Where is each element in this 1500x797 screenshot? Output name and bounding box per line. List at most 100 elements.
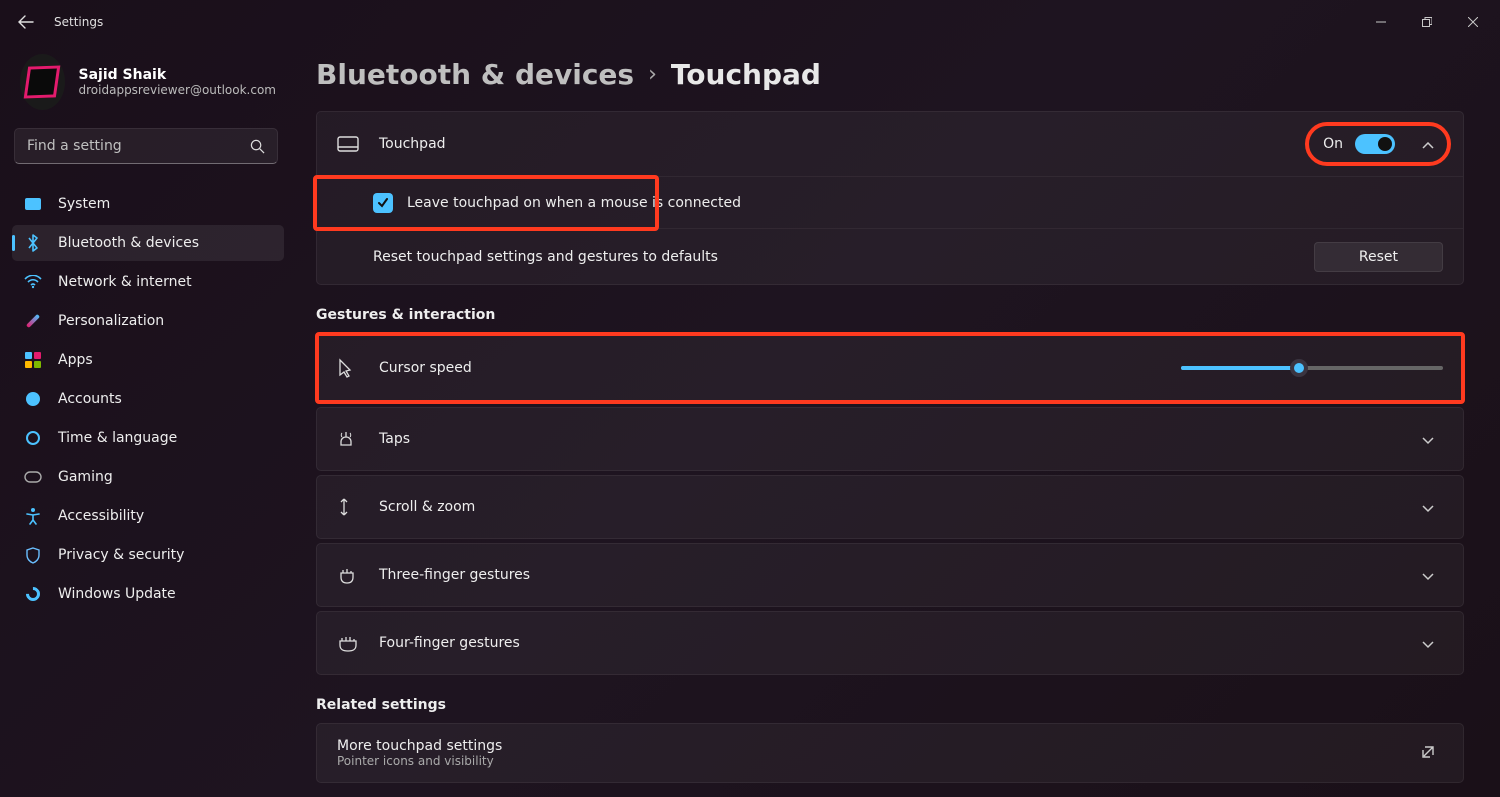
nav-bluetooth-devices[interactable]: Bluetooth & devices [12, 225, 284, 261]
search-icon [250, 139, 265, 154]
cursor-speed-label: Cursor speed [379, 360, 472, 376]
touchpad-toggle[interactable] [1355, 134, 1395, 154]
minimize-button[interactable] [1358, 6, 1404, 38]
nav-label: Privacy & security [58, 547, 184, 563]
chevron-down-icon [1413, 566, 1443, 585]
touchpad-card: Touchpad On Leave touchpad on when a mou… [316, 111, 1464, 285]
nav-label: Gaming [58, 469, 113, 485]
nav-system[interactable]: System [12, 186, 284, 222]
profile-email: droidappsreviewer@outlook.com [79, 83, 276, 97]
more-touchpad-title: More touchpad settings [337, 738, 502, 754]
three-finger-icon [337, 565, 363, 585]
breadcrumb-parent[interactable]: Bluetooth & devices [316, 58, 634, 91]
cursor-speed-slider[interactable] [1181, 358, 1443, 378]
maximize-icon [1422, 17, 1432, 27]
chevron-right-icon: › [648, 62, 657, 87]
sidebar: Sajid Shaik droidappsreviewer@outlook.co… [0, 44, 296, 797]
system-icon [24, 195, 42, 213]
scroll-zoom-icon [337, 497, 363, 517]
main-content: Bluetooth & devices › Touchpad Touchpad … [296, 44, 1500, 797]
nav-accessibility[interactable]: Accessibility [12, 498, 284, 534]
wifi-icon [24, 273, 42, 291]
shield-icon [24, 546, 42, 564]
touchpad-icon [337, 136, 363, 152]
slider-thumb[interactable] [1290, 359, 1308, 377]
three-finger-card[interactable]: Three-finger gestures [316, 543, 1464, 607]
taps-card[interactable]: Taps [316, 407, 1464, 471]
reset-row: Reset touchpad settings and gestures to … [317, 228, 1463, 284]
nav-label: Apps [58, 352, 93, 368]
profile-name: Sajid Shaik [79, 67, 276, 83]
apps-icon [24, 351, 42, 369]
nav-label: Accessibility [58, 508, 144, 524]
person-icon [24, 390, 42, 408]
nav-label: Network & internet [58, 274, 192, 290]
taps-label: Taps [379, 431, 410, 447]
reset-button[interactable]: Reset [1314, 242, 1443, 272]
minimize-icon [1376, 17, 1386, 27]
avatar [20, 54, 65, 110]
four-finger-label: Four-finger gestures [379, 635, 520, 651]
clock-icon [24, 429, 42, 447]
back-button[interactable] [4, 0, 48, 44]
four-finger-card[interactable]: Four-finger gestures [316, 611, 1464, 675]
gestures-section-title: Gestures & interaction [316, 307, 1464, 323]
nav-network[interactable]: Network & internet [12, 264, 284, 300]
nav-accounts[interactable]: Accounts [12, 381, 284, 417]
leave-touchpad-label: Leave touchpad on when a mouse is connec… [407, 195, 741, 211]
nav-label: Personalization [58, 313, 164, 329]
toggle-state-text: On [1323, 136, 1343, 152]
check-icon [377, 197, 389, 209]
maximize-button[interactable] [1404, 6, 1450, 38]
scroll-zoom-label: Scroll & zoom [379, 499, 475, 515]
nav-label: Bluetooth & devices [58, 235, 199, 251]
chevron-down-icon [1413, 430, 1443, 449]
arrow-left-icon [18, 14, 34, 30]
nav-personalization[interactable]: Personalization [12, 303, 284, 339]
nav-label: Windows Update [58, 586, 176, 602]
nav-label: System [58, 196, 110, 212]
close-button[interactable] [1450, 6, 1496, 38]
nav-label: Time & language [58, 430, 177, 446]
tap-icon [337, 429, 363, 449]
chevron-down-icon [1413, 498, 1443, 517]
nav: System Bluetooth & devices Network & int… [12, 186, 284, 612]
chevron-down-icon [1413, 634, 1443, 653]
window-title: Settings [54, 15, 103, 29]
brush-icon [24, 312, 42, 330]
breadcrumb-current: Touchpad [671, 58, 821, 91]
scroll-zoom-card[interactable]: Scroll & zoom [316, 475, 1464, 539]
nav-windows-update[interactable]: Windows Update [12, 576, 284, 612]
cursor-icon [337, 358, 363, 378]
profile-block[interactable]: Sajid Shaik droidappsreviewer@outlook.co… [12, 44, 284, 128]
window-controls [1358, 6, 1496, 38]
four-finger-icon [337, 633, 363, 653]
search-input[interactable] [27, 138, 250, 154]
nav-privacy-security[interactable]: Privacy & security [12, 537, 284, 573]
breadcrumb: Bluetooth & devices › Touchpad [316, 58, 1464, 91]
gamepad-icon [24, 468, 42, 486]
touchpad-toggle-wrap: On [1323, 134, 1443, 154]
accessibility-icon [24, 507, 42, 525]
touchpad-label: Touchpad [379, 136, 446, 152]
nav-time-language[interactable]: Time & language [12, 420, 284, 456]
leave-touchpad-checkbox[interactable] [373, 193, 393, 213]
more-touchpad-card[interactable]: More touchpad settings Pointer icons and… [316, 723, 1464, 783]
more-touchpad-subtitle: Pointer icons and visibility [337, 754, 502, 768]
three-finger-label: Three-finger gestures [379, 567, 530, 583]
open-external-icon [1413, 744, 1443, 763]
nav-label: Accounts [58, 391, 122, 407]
leave-touchpad-on-row[interactable]: Leave touchpad on when a mouse is connec… [317, 176, 1463, 228]
reset-label: Reset touchpad settings and gestures to … [373, 249, 718, 265]
update-icon [24, 585, 42, 603]
chevron-up-icon[interactable] [1413, 135, 1443, 154]
titlebar: Settings [0, 0, 1500, 44]
close-icon [1468, 17, 1478, 27]
cursor-speed-card: Cursor speed [316, 333, 1464, 403]
touchpad-row[interactable]: Touchpad On [317, 112, 1463, 176]
bluetooth-icon [24, 234, 42, 252]
search-box[interactable] [14, 128, 278, 164]
nav-apps[interactable]: Apps [12, 342, 284, 378]
related-section-title: Related settings [316, 697, 1464, 713]
nav-gaming[interactable]: Gaming [12, 459, 284, 495]
